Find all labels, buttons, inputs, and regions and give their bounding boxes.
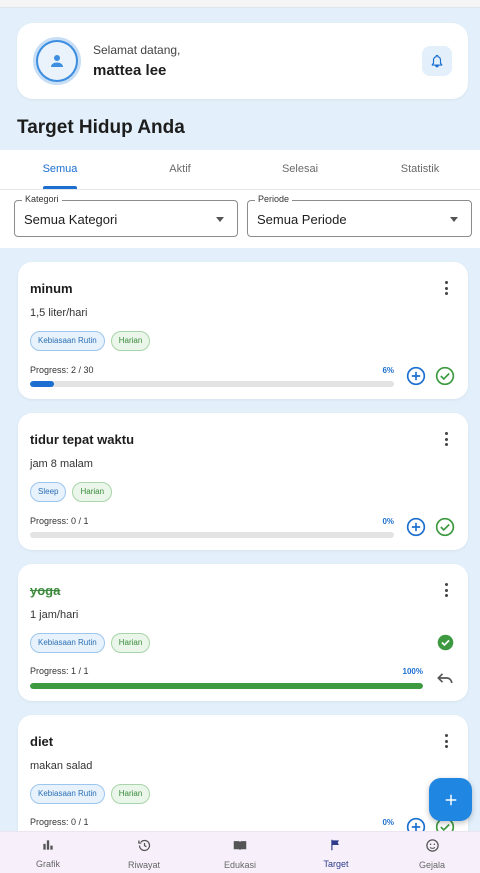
- more-options-icon[interactable]: [444, 281, 448, 295]
- nav-label: Riwayat: [127, 860, 160, 870]
- category-chip: Sleep: [30, 482, 67, 502]
- nav-label: Edukasi: [223, 860, 257, 870]
- caret-down-icon: [216, 217, 224, 222]
- username: mattea lee: [93, 62, 167, 79]
- tab-selesai[interactable]: Selesai: [240, 150, 360, 189]
- progress-bar: [30, 381, 394, 387]
- target-desc: jam 8 malam: [30, 458, 93, 470]
- progress-bar: [30, 683, 423, 689]
- person-icon: [51, 55, 63, 67]
- progress-fill: [30, 381, 55, 387]
- more-options-icon[interactable]: [444, 583, 448, 597]
- target-title: yoga: [30, 583, 61, 598]
- period-chip: Harian: [110, 784, 151, 804]
- complete-check-icon[interactable]: [435, 517, 455, 537]
- history-icon: [137, 839, 150, 852]
- target-card[interactable]: minum 1,5 liter/hari Kebiasaan Rutin Har…: [18, 262, 468, 399]
- period-chip: Harian: [110, 633, 151, 653]
- nav-riwayat[interactable]: Riwayat: [96, 832, 192, 873]
- nav-gejala[interactable]: Gejala: [384, 832, 480, 873]
- progress-fill: [30, 683, 423, 689]
- progress-bar: [30, 532, 394, 538]
- periode-legend: Periode: [255, 194, 293, 204]
- tab-aktif[interactable]: Aktif: [120, 150, 240, 189]
- progress-label: Progress: 2 / 30: [30, 365, 94, 375]
- nav-label: Target: [323, 859, 349, 869]
- target-card[interactable]: tidur tepat waktu jam 8 malam Sleep Hari…: [18, 413, 468, 550]
- target-card[interactable]: diet makan salad Kebiasaan Rutin Harian …: [18, 715, 468, 845]
- complete-check-icon[interactable]: [435, 366, 455, 386]
- category-chip: Kebiasaan Rutin: [30, 331, 105, 351]
- kategori-value: Semua Kategori: [24, 212, 118, 227]
- progress-percent: 0%: [382, 818, 394, 827]
- periode-select[interactable]: Periode Semua Periode: [247, 194, 472, 237]
- target-desc: 1 jam/hari: [30, 609, 79, 621]
- add-target-button[interactable]: [429, 778, 472, 821]
- nav-edukasi[interactable]: Edukasi: [192, 832, 288, 873]
- nav-label: Grafik: [35, 859, 60, 869]
- avatar[interactable]: [33, 37, 81, 85]
- period-chip: Harian: [72, 482, 113, 502]
- progress-label: Progress: 0 / 1: [30, 516, 89, 526]
- progress-label: Progress: 1 / 1: [30, 666, 89, 676]
- periode-value: Semua Periode: [257, 212, 347, 227]
- target-desc: 1,5 liter/hari: [30, 307, 88, 319]
- face-icon: [425, 839, 439, 852]
- undo-icon[interactable]: [435, 668, 455, 688]
- bell-icon: [431, 54, 443, 68]
- filter-bar: Kategori Semua Kategori Periode Semua Pe…: [0, 190, 480, 248]
- notification-button[interactable]: [422, 46, 452, 76]
- progress-label: Progress: 0 / 1: [30, 817, 89, 827]
- caret-down-icon: [450, 217, 458, 222]
- bottom-navigation: Grafik Riwayat Edukasi Target Gejala: [0, 831, 480, 873]
- category-chip: Kebiasaan Rutin: [30, 633, 105, 653]
- category-chip: Kebiasaan Rutin: [30, 784, 105, 804]
- flag-icon: [331, 839, 339, 851]
- target-title: tidur tepat waktu: [30, 432, 135, 447]
- completed-check-icon: [437, 634, 454, 651]
- nav-target[interactable]: Target: [288, 832, 384, 873]
- page-title: Target Hidup Anda: [17, 117, 185, 138]
- plus-icon: [445, 794, 456, 805]
- target-desc: makan salad: [30, 760, 93, 772]
- add-progress-icon[interactable]: [406, 366, 426, 386]
- target-title: diet: [30, 734, 54, 749]
- tab-statistik[interactable]: Statistik: [360, 150, 480, 189]
- target-title: minum: [30, 281, 73, 296]
- book-icon: [233, 841, 247, 851]
- tab-semua[interactable]: Semua: [0, 150, 120, 189]
- tab-bar: Semua Aktif Selesai Statistik: [0, 150, 480, 190]
- add-progress-icon[interactable]: [406, 517, 426, 537]
- more-options-icon[interactable]: [444, 432, 448, 446]
- progress-percent: 6%: [382, 366, 394, 375]
- kategori-legend: Kategori: [22, 194, 62, 204]
- nav-label: Gejala: [418, 860, 445, 870]
- status-strip: [0, 0, 480, 8]
- welcome-card: Selamat datang, mattea lee: [17, 23, 468, 99]
- target-card[interactable]: yoga 1 jam/hari Kebiasaan Rutin Harian P…: [18, 564, 468, 701]
- greeting-text: Selamat datang,: [93, 43, 181, 57]
- progress-percent: 0%: [382, 517, 394, 526]
- progress-percent: 100%: [402, 667, 423, 676]
- bar-chart-icon: [43, 840, 53, 850]
- more-options-icon[interactable]: [444, 734, 448, 748]
- nav-grafik[interactable]: Grafik: [0, 832, 96, 873]
- kategori-select[interactable]: Kategori Semua Kategori: [14, 194, 238, 237]
- period-chip: Harian: [110, 331, 151, 351]
